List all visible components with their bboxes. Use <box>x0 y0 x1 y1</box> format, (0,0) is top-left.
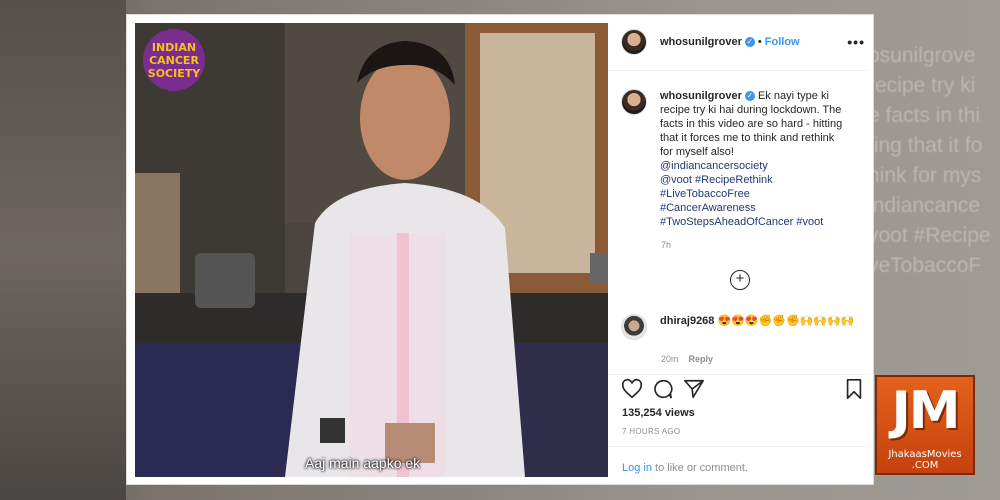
jhakaasmovies-watermark-logo: JM JhakaasMovies .COM <box>875 375 975 475</box>
blurred-background-line: hink for mys <box>868 164 982 187</box>
follow-button[interactable]: Follow <box>765 36 800 48</box>
blurred-background-line: veTobaccoF <box>868 254 982 277</box>
blurred-background-line: recipe try ki <box>868 74 976 97</box>
caption-text: whosunilgrover ✓ Ek nayi type ki recipe t… <box>660 89 850 229</box>
heart-icon[interactable] <box>621 378 643 400</box>
action-bar <box>621 378 867 402</box>
watermark-initials: JM <box>891 381 960 441</box>
login-prompt-text: to like or comment. <box>651 462 748 474</box>
commenter-username[interactable]: dhiraj9268 <box>660 315 714 327</box>
blurred-background-line: ting that it fo <box>868 134 983 157</box>
load-more-comments-icon[interactable]: + <box>730 270 750 290</box>
caption-link[interactable]: #CancerAwareness <box>660 201 850 215</box>
comment-icon[interactable] <box>652 378 674 400</box>
caption-link[interactable]: #TwoStepsAheadOfCancer #voot <box>660 215 850 229</box>
caption-username[interactable]: whosunilgrover <box>660 90 742 102</box>
post-sidebar: whosunilgrover ✓ • Follow ••• whosunilgr… <box>609 15 873 484</box>
comment-item: dhiraj9268 😍😍😍✊✊✊🙌🙌🙌🙌 <box>621 314 861 340</box>
comment-meta: 20m Reply <box>661 354 713 364</box>
comment-text: dhiraj9268 😍😍😍✊✊✊🙌🙌🙌🙌 <box>660 314 855 340</box>
watermark-line2: .COM <box>911 460 939 471</box>
instagram-post-card: INDIAN CANCER SOCIETY Aaj main aapko ek … <box>126 14 874 485</box>
caption-author-avatar[interactable] <box>621 89 647 115</box>
author-avatar[interactable] <box>621 29 647 55</box>
bookmark-icon[interactable] <box>844 378 864 400</box>
actions-divider <box>609 374 867 375</box>
header-divider <box>609 70 867 71</box>
caption-link[interactable]: @indiancancersociety <box>660 159 850 173</box>
caption-link[interactable]: #LiveTobaccoFree <box>660 187 850 201</box>
caption-link[interactable]: @voot #RecipeRethink <box>660 173 850 187</box>
blurred-background-line: e facts in thi <box>868 104 981 127</box>
indian-cancer-society-logo: INDIAN CANCER SOCIETY <box>143 29 205 91</box>
view-count[interactable]: 135,254 views <box>622 407 695 419</box>
blurred-background-line: osunilgrove <box>868 44 976 67</box>
login-divider <box>609 446 867 447</box>
video-subtitle: Aaj main aapko ek <box>305 455 421 471</box>
separator-dot: • <box>757 36 762 48</box>
caption-timestamp[interactable]: 7h <box>661 240 671 250</box>
watermark-line1: JhakaasMovies <box>888 449 962 460</box>
share-icon[interactable] <box>683 378 705 400</box>
post-age[interactable]: 7 HOURS AGO <box>622 427 680 436</box>
comment-timestamp[interactable]: 20m <box>661 354 679 364</box>
login-prompt: Log in to like or comment. <box>622 462 748 474</box>
verified-badge-icon: ✓ <box>744 37 755 47</box>
blurred-background-line: indiancance <box>868 194 981 217</box>
video-frame <box>135 23 608 477</box>
login-link[interactable]: Log in <box>622 462 652 474</box>
commenter-avatar[interactable] <box>621 314 647 340</box>
blurred-background-line: voot #Recipe <box>868 224 991 247</box>
author-username[interactable]: whosunilgrover <box>660 36 742 48</box>
comment-body: 😍😍😍✊✊✊🙌🙌🙌🙌 <box>717 315 855 327</box>
more-options-icon[interactable]: ••• <box>847 34 865 50</box>
blurred-background-left <box>0 0 126 500</box>
watermark-text: JhakaasMovies .COM <box>877 449 973 471</box>
post-header: whosunilgrover ✓ • Follow ••• <box>621 27 865 57</box>
caption-verified-icon: ✓ <box>744 91 755 102</box>
post-video[interactable]: INDIAN CANCER SOCIETY Aaj main aapko ek <box>135 23 608 477</box>
reply-button[interactable]: Reply <box>689 354 714 364</box>
post-caption: whosunilgrover ✓ Ek nayi type ki recipe t… <box>621 89 861 229</box>
